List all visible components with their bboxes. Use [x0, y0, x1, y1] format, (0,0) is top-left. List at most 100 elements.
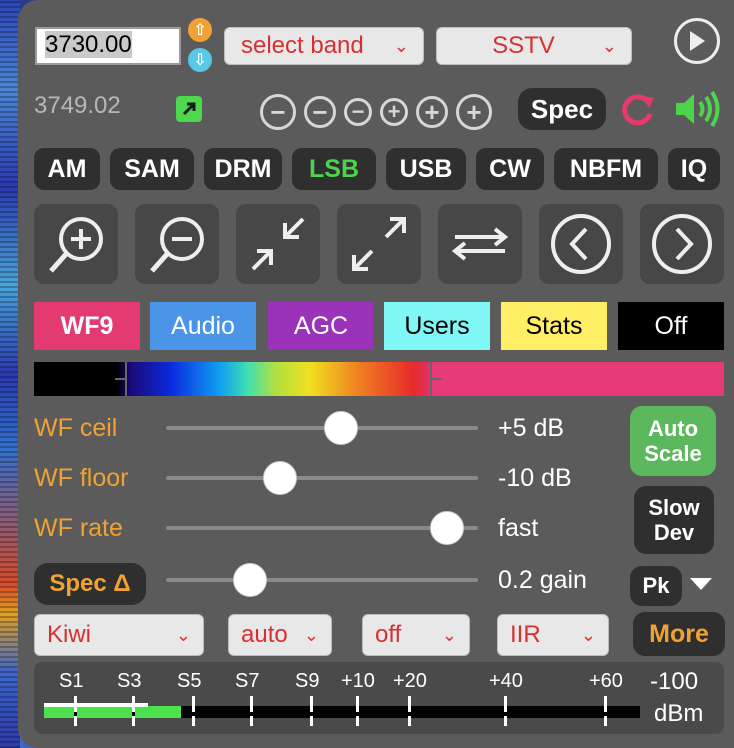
tab-users[interactable]: Users	[384, 302, 490, 350]
s-meter-tick	[356, 696, 359, 726]
swap-arrows-icon	[451, 227, 509, 261]
slider-value: +5 dB	[498, 414, 565, 442]
bottom-select-label: IIR	[510, 621, 541, 648]
s-meter-label: S1	[59, 670, 84, 692]
frequency-value: 3730.00	[45, 31, 132, 58]
peak-button[interactable]: Pk	[630, 566, 682, 606]
s-meter-label: S9	[295, 670, 320, 692]
slow-dev-label-2: Dev	[653, 520, 695, 545]
zoom-in-small-icon[interactable]: +	[380, 98, 408, 126]
s-meter-unit: dBm	[654, 700, 704, 727]
slider-value: -10 dB	[498, 464, 572, 492]
s-meter-tick-gap	[132, 712, 135, 716]
colormap-bar[interactable]	[34, 362, 724, 396]
tab-wf9[interactable]: WF9	[34, 302, 140, 350]
bottom-select-0[interactable]: Kiwi ⌄	[34, 614, 204, 656]
colormap-floor-marker[interactable]	[125, 362, 127, 396]
zoom-max-button[interactable]	[337, 204, 421, 284]
chevron-down-icon: ⌄	[303, 624, 319, 645]
bottom-select-3[interactable]: IIR ⌄	[497, 614, 609, 656]
zoom-out-button[interactable]	[135, 204, 219, 284]
zoom-in-medium-icon[interactable]: +	[416, 96, 448, 128]
zoom-in-large-icon[interactable]: +	[456, 94, 492, 130]
frequency-input[interactable]: 3730.00	[35, 27, 181, 65]
slider-track[interactable]	[166, 426, 478, 430]
caret-down-icon[interactable]	[688, 576, 714, 597]
s-meter-tick-gap	[504, 712, 507, 716]
swap-button[interactable]	[438, 204, 522, 284]
slider-knob[interactable]	[324, 411, 359, 445]
frequency-readout: 3749.02	[34, 92, 121, 119]
chevron-down-icon: ⌄	[580, 624, 596, 645]
mode-button-nbfm[interactable]: NBFM	[554, 148, 658, 190]
chevron-down-icon: ⌄	[601, 35, 617, 56]
play-button[interactable]	[674, 18, 720, 64]
bottom-select-label: off	[375, 621, 402, 648]
slider-knob[interactable]	[232, 563, 267, 597]
s-meter-tick	[192, 696, 195, 726]
s-meter-tick-gap	[604, 712, 607, 716]
page-left-button[interactable]	[539, 204, 623, 284]
zoom-out-small-icon[interactable]: −	[344, 98, 372, 126]
slider-label: WF ceil	[34, 414, 118, 442]
zoom-in-button[interactable]	[34, 204, 118, 284]
slider-value: 0.2 gain	[498, 566, 587, 594]
spec-delta-button[interactable]: Spec Δ	[34, 563, 146, 605]
slider-track[interactable]	[166, 476, 478, 480]
zoom-out-medium-icon[interactable]: −	[304, 96, 336, 128]
more-button[interactable]: More	[633, 612, 725, 656]
refresh-icon[interactable]	[616, 88, 658, 135]
compress-arrows-icon	[251, 217, 305, 271]
bottom-select-2[interactable]: off ⌄	[362, 614, 470, 656]
slider-label: WF floor	[34, 464, 129, 492]
slider-label: WF rate	[34, 514, 123, 542]
mode-button-sam[interactable]: SAM	[110, 148, 194, 190]
frequency-up-icon[interactable]: ⇧	[188, 18, 212, 42]
mode-button-iq[interactable]: IQ	[668, 148, 720, 190]
s-meter-tick	[504, 696, 507, 726]
mode-button-cw[interactable]: CW	[476, 148, 544, 190]
waterfall-edge	[0, 0, 20, 748]
s-meter-tick-gap	[74, 712, 77, 716]
s-meter-level	[44, 706, 182, 718]
tab-off[interactable]: Off	[618, 302, 724, 350]
bottom-select-1[interactable]: auto ⌄	[228, 614, 332, 656]
play-icon	[690, 31, 705, 51]
expand-arrows-icon	[352, 217, 406, 271]
s-meter-tick	[74, 696, 77, 726]
s-meter-tick-gap	[192, 712, 195, 716]
bottom-select-label: auto	[241, 621, 288, 648]
tab-agc[interactable]: AGC	[268, 302, 374, 350]
frequency-down-icon[interactable]: ⇩	[188, 48, 212, 72]
s-meter-label: S7	[235, 670, 260, 692]
chevron-down-icon: ⌄	[393, 35, 409, 56]
s-meter-label: +40	[489, 670, 523, 692]
slow-dev-label-1: Slow	[648, 494, 700, 520]
mode-button-usb[interactable]: USB	[386, 148, 466, 190]
volume-icon[interactable]	[672, 88, 724, 135]
chevron-left-circle-icon	[551, 214, 611, 274]
page-right-button[interactable]	[640, 204, 724, 284]
mode-preset-select[interactable]: SSTV ⌄	[436, 27, 632, 65]
mode-button-am[interactable]: AM	[34, 148, 100, 190]
slider-knob[interactable]	[263, 461, 298, 495]
mode-button-drm[interactable]: DRM	[204, 148, 282, 190]
slider-track[interactable]	[166, 578, 478, 582]
chevron-down-icon: ⌄	[175, 624, 191, 645]
spec-button[interactable]: Spec	[518, 88, 606, 130]
s-meter-tick	[604, 696, 607, 726]
band-select[interactable]: select band ⌄	[224, 27, 424, 65]
external-link-icon[interactable]	[176, 96, 202, 122]
s-meter-tick	[310, 696, 313, 726]
zoom-out-large-icon[interactable]: −	[260, 94, 296, 130]
mode-button-lsb[interactable]: LSB	[292, 148, 376, 190]
auto-scale-button[interactable]: Auto Scale	[630, 406, 716, 476]
tab-audio[interactable]: Audio	[150, 302, 256, 350]
s-meter-label: S3	[117, 670, 142, 692]
zoom-fit-button[interactable]	[236, 204, 320, 284]
s-meter-tick-gap	[356, 712, 359, 716]
slider-knob[interactable]	[430, 511, 465, 545]
tab-stats[interactable]: Stats	[501, 302, 607, 350]
chevron-down-icon: ⌄	[441, 624, 457, 645]
slow-dev-button[interactable]: Slow Dev	[634, 486, 714, 554]
